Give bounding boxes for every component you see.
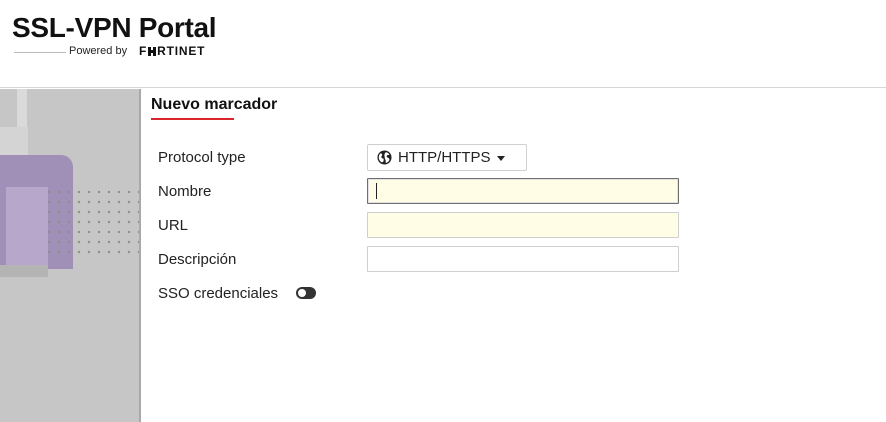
title-underline [151,118,234,120]
portal-header: SSL-VPN Portal Powered by F RTINET [0,0,886,88]
sso-credenciales-label: SSO credenciales [158,285,279,302]
protocol-type-label: Protocol type [158,149,246,166]
portal-title: SSL-VPN Portal [12,12,217,43]
page-title: Nuevo marcador [151,96,278,113]
decorative-side-panel [0,89,141,422]
decorative-shape [0,265,48,277]
powered-by-text: Powered by [69,45,128,57]
decorative-dot-grid [44,187,139,257]
protocol-type-value: HTTP/HTTPS [398,149,491,166]
protocol-type-dropdown[interactable]: HTTP/HTTPS [367,144,527,171]
text-cursor [376,183,377,199]
fortinet-logo: F RTINET [139,44,206,58]
url-label: URL [158,217,189,234]
decorative-shape [17,89,27,127]
powered-divider [14,52,66,53]
nombre-label: Nombre [158,183,212,200]
url-input[interactable] [367,212,679,238]
nombre-input[interactable] [367,178,679,204]
decorative-shape [6,187,48,265]
descripcion-input[interactable] [367,246,679,272]
descripcion-label: Descripción [158,251,237,268]
toggle-knob [298,289,306,297]
globe-icon [377,150,392,165]
caret-down-icon [496,156,505,161]
bookmark-form-panel: Nuevo marcador Protocol type HTTP/HTTPS … [143,89,886,422]
sso-credenciales-toggle[interactable] [296,287,316,299]
